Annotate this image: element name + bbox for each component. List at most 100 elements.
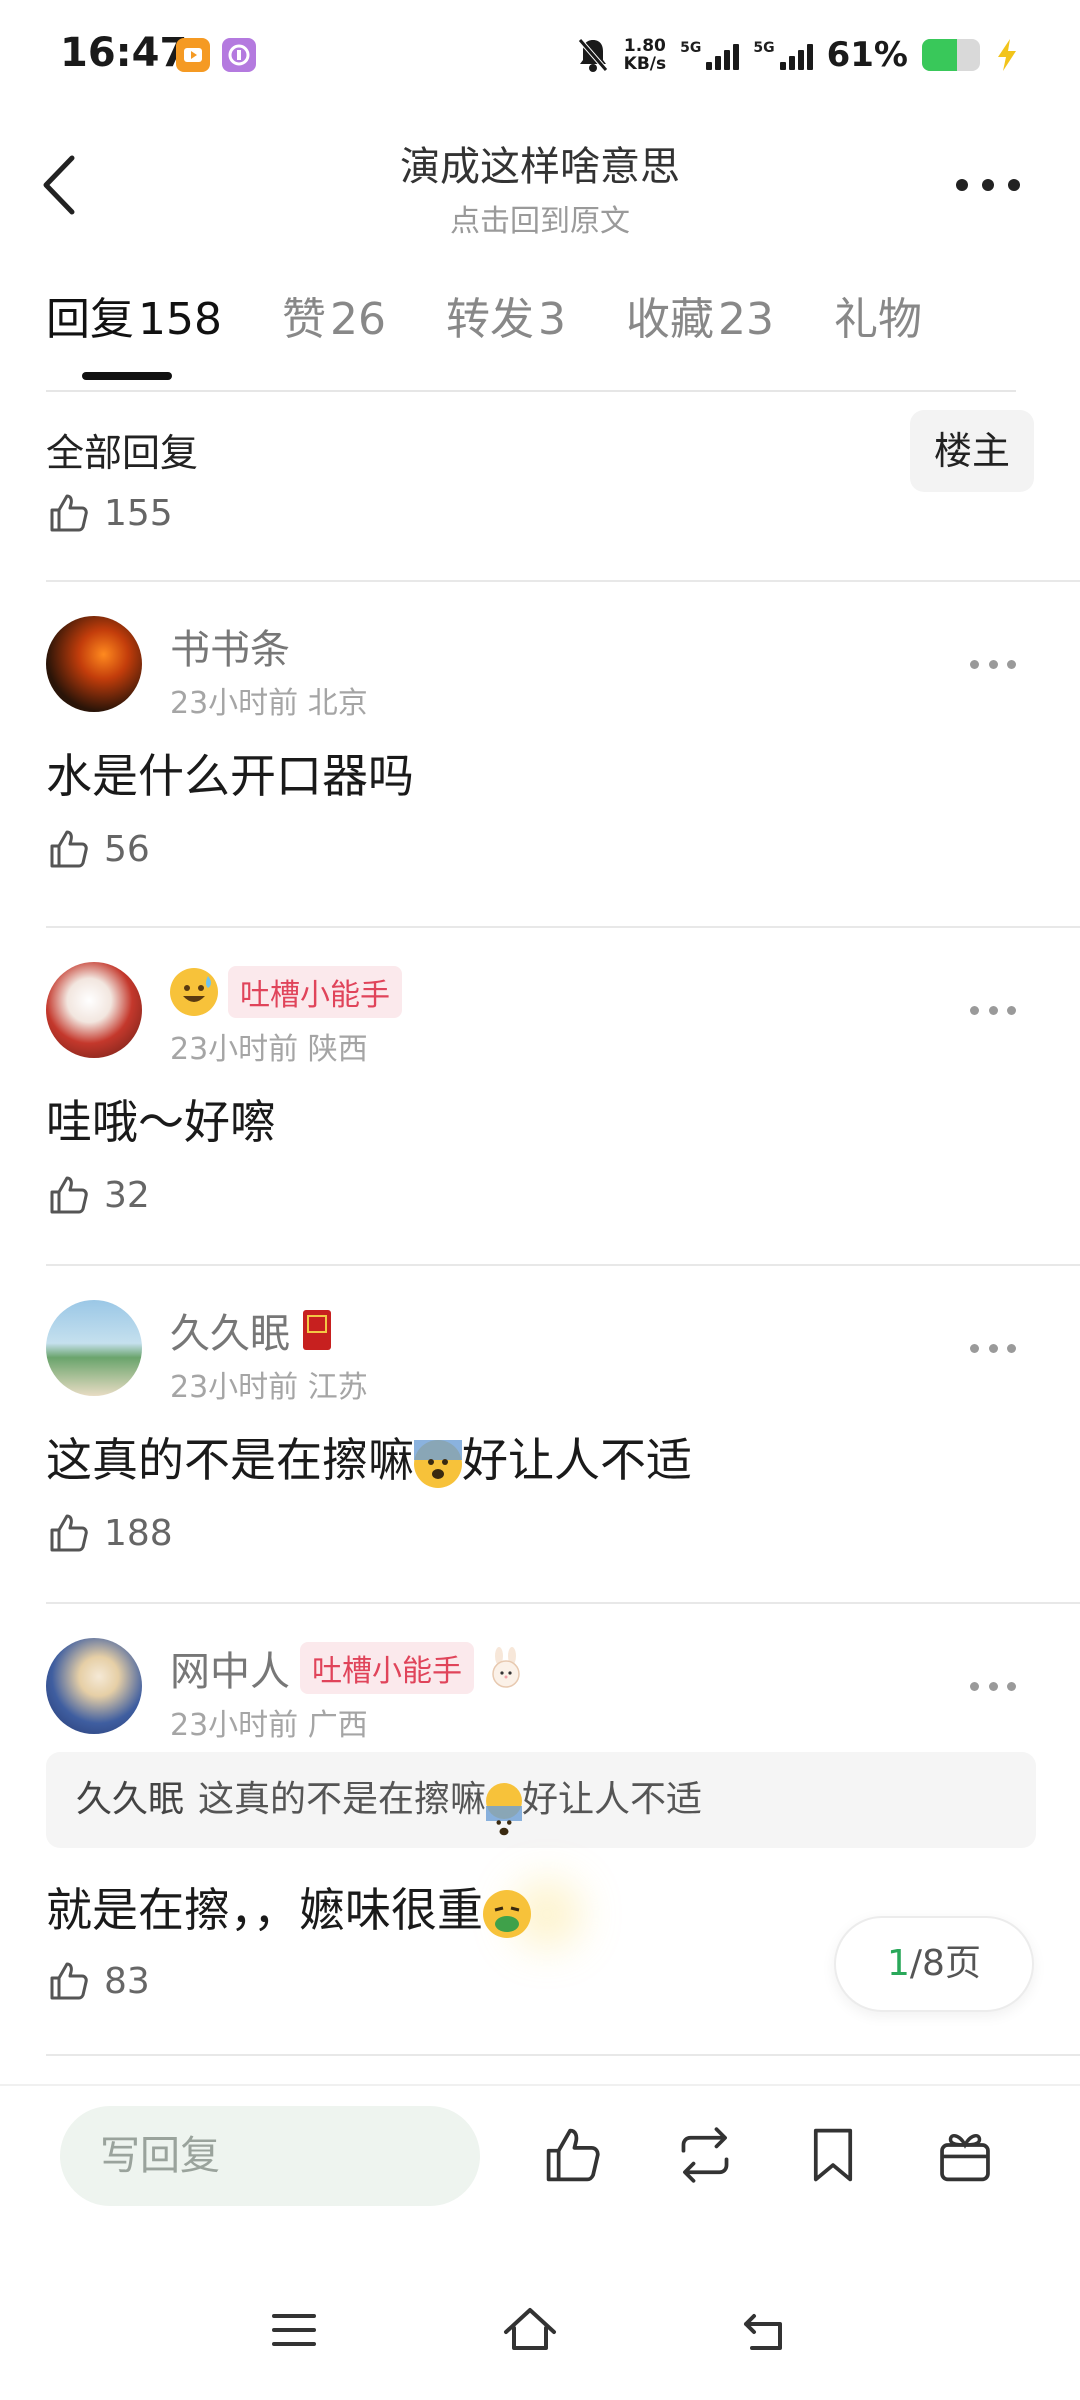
more-dot bbox=[1008, 179, 1020, 191]
tab-label: 转发 bbox=[445, 294, 534, 345]
grinning-sweat-emoji-icon bbox=[170, 968, 218, 1016]
post-like-button[interactable]: 155 bbox=[46, 490, 173, 536]
charging-bolt-icon bbox=[998, 39, 1016, 71]
tab-count: 26 bbox=[329, 294, 386, 345]
tab-divider bbox=[46, 390, 1016, 392]
more-button[interactable] bbox=[956, 170, 1020, 200]
page-title[interactable]: 演成这样啥意思 bbox=[0, 134, 1080, 192]
comment-meta: 23小时前 北京 bbox=[170, 678, 368, 722]
more-dot bbox=[988, 1344, 998, 1353]
sim1-label: 5G bbox=[680, 40, 702, 56]
fearful-face-emoji-icon bbox=[486, 1783, 523, 1836]
avatar[interactable] bbox=[46, 616, 142, 712]
tab-count: 158 bbox=[138, 294, 222, 345]
divider bbox=[46, 1602, 1080, 1604]
tab-label: 收藏 bbox=[625, 294, 714, 345]
net-speed-unit: KB/s bbox=[623, 54, 667, 74]
page-indicator-button[interactable]: 1/8页 bbox=[834, 1916, 1034, 2012]
thumb-up-icon bbox=[50, 830, 88, 868]
battery-fill bbox=[922, 39, 958, 71]
app-notification-icon-orange bbox=[176, 38, 210, 72]
quoted-comment[interactable]: 久久眠 这真的不是在擦嘛 好让人不适 bbox=[46, 1752, 1036, 1848]
gift-icon[interactable] bbox=[932, 2122, 998, 2188]
more-dot bbox=[988, 660, 998, 669]
quoted-text-part: 好让人不适 bbox=[522, 1779, 703, 1820]
comment-like-button[interactable]: 83 bbox=[46, 1958, 150, 2004]
home-icon[interactable] bbox=[500, 2300, 560, 2360]
tab-reposts[interactable]: 转发3 bbox=[446, 280, 566, 360]
username[interactable]: 网中人 bbox=[170, 1639, 290, 1697]
status-time: 16:47 bbox=[60, 30, 188, 76]
tab-label: 礼物 bbox=[833, 294, 922, 345]
current-page: 1 bbox=[887, 1943, 910, 1984]
back-to-original-link[interactable]: 点击回到原文 bbox=[0, 196, 1080, 240]
sim2-label: 5G bbox=[753, 40, 775, 56]
like-count: 56 bbox=[104, 828, 150, 870]
comment-meta: 23小时前 广西 bbox=[170, 1700, 368, 1744]
comment-like-button[interactable]: 32 bbox=[46, 1172, 150, 1218]
comment-text: 水是什么开口器吗 bbox=[46, 749, 414, 803]
bookmark-icon[interactable] bbox=[800, 2122, 866, 2188]
bunny-badge-icon bbox=[492, 1647, 520, 1688]
tab-likes[interactable]: 赞26 bbox=[282, 280, 386, 360]
battery-icon bbox=[922, 39, 980, 71]
tab-label: 回复 bbox=[46, 294, 134, 345]
comment-more-button[interactable] bbox=[970, 1682, 1016, 1694]
repost-icon[interactable] bbox=[672, 2122, 738, 2188]
menu-icon[interactable] bbox=[264, 2300, 324, 2360]
more-dot bbox=[988, 1006, 998, 1015]
reply-input[interactable]: 写回复 bbox=[60, 2106, 480, 2206]
signal-icon: 5G bbox=[680, 40, 740, 70]
net-speed-value: 1.80 bbox=[623, 36, 666, 56]
more-dots-icon bbox=[970, 1006, 979, 1015]
avatar[interactable] bbox=[46, 962, 142, 1058]
divider bbox=[46, 926, 1080, 928]
comment-text-part: 这真的不是在擦嘛 bbox=[46, 1433, 414, 1487]
comment-more-button[interactable] bbox=[970, 1006, 1016, 1018]
comment-time: 23小时前 bbox=[170, 686, 299, 721]
divider bbox=[46, 2054, 1080, 2056]
system-nav-bar bbox=[0, 2260, 1080, 2400]
comment-text: 这真的不是在擦嘛 好让人不适 bbox=[46, 1424, 692, 1490]
net-speed: 1.80 KB/s bbox=[624, 37, 666, 73]
thumb-up-icon bbox=[50, 1176, 88, 1214]
active-tab-indicator bbox=[82, 372, 172, 380]
like-icon[interactable] bbox=[540, 2122, 606, 2188]
owner-only-button[interactable]: 楼主 bbox=[910, 410, 1034, 492]
more-dots-icon bbox=[956, 179, 968, 191]
status-bar: 16:47 1.80 KB/s 5G 5G 61% bbox=[0, 0, 1080, 110]
user-badge: 吐槽小能手 bbox=[228, 966, 402, 1018]
avatar[interactable] bbox=[46, 1638, 142, 1734]
like-count: 32 bbox=[104, 1174, 150, 1216]
more-dot bbox=[982, 179, 994, 191]
username[interactable]: 久久眠 bbox=[170, 1301, 290, 1359]
comment-text-part: 好让人不适 bbox=[462, 1433, 692, 1487]
more-dots-icon bbox=[970, 660, 979, 669]
username[interactable]: 书书条 bbox=[170, 617, 290, 675]
comment-location: 陕西 bbox=[307, 1032, 368, 1067]
comment-time: 23小时前 bbox=[170, 1370, 299, 1405]
comment-like-button[interactable]: 188 bbox=[46, 1510, 173, 1556]
comment-meta: 23小时前 江苏 bbox=[170, 1362, 368, 1406]
avatar[interactable] bbox=[46, 1300, 142, 1396]
user-badge: 吐槽小能手 bbox=[300, 1642, 474, 1694]
comment-meta: 23小时前 陕西 bbox=[170, 1024, 368, 1068]
thumb-up-icon bbox=[50, 1514, 88, 1552]
thumb-up-icon bbox=[50, 1962, 88, 2000]
more-dots-icon bbox=[970, 1682, 979, 1691]
comment-more-button[interactable] bbox=[970, 1344, 1016, 1356]
more-dot bbox=[1007, 1006, 1016, 1015]
comment-like-button[interactable]: 56 bbox=[46, 826, 150, 872]
red-book-badge-icon bbox=[303, 1310, 331, 1350]
bottom-action-bar: 写回复 bbox=[0, 2084, 1080, 2260]
tab-gifts[interactable]: 礼物 bbox=[834, 280, 922, 360]
tab-count: 23 bbox=[717, 294, 774, 345]
app-notification-icon-purple bbox=[222, 38, 256, 72]
tab-favorites[interactable]: 收藏23 bbox=[626, 280, 774, 360]
like-count: 188 bbox=[104, 1512, 173, 1554]
back-icon[interactable] bbox=[736, 2300, 796, 2360]
comment-more-button[interactable] bbox=[970, 660, 1016, 672]
tab-replies[interactable]: 回复158 bbox=[46, 280, 222, 360]
comment-text: 哇哦～好嚓 bbox=[46, 1095, 276, 1149]
more-dot bbox=[988, 1682, 998, 1691]
